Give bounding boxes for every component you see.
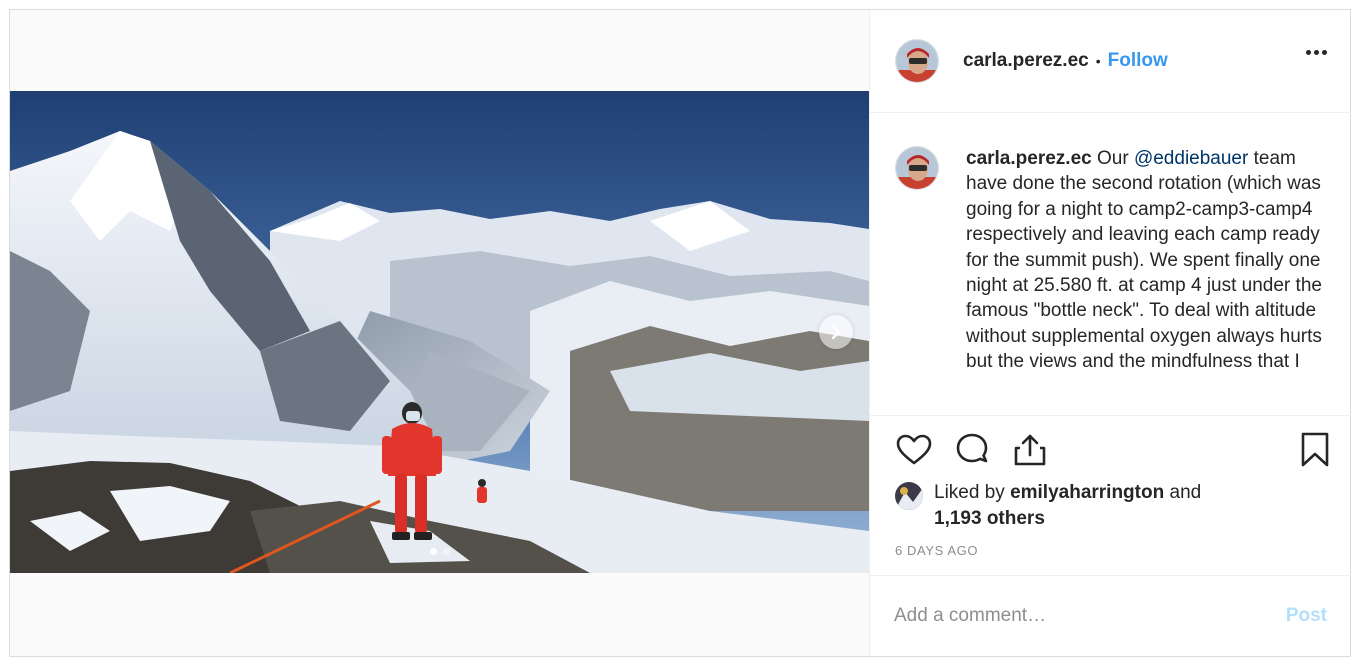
- comment-icon: [956, 433, 988, 463]
- post-header: carla.perez.ec • Follow: [870, 10, 1351, 113]
- header-separator: •: [1095, 53, 1101, 69]
- post-photo[interactable]: [10, 91, 869, 573]
- like-button[interactable]: [894, 430, 934, 470]
- carousel-next-button[interactable]: [819, 315, 853, 349]
- caption-mention-link[interactable]: @eddiebauer: [1134, 148, 1248, 169]
- likes-summary: Liked by emilyaharrington and 1,193 othe…: [895, 480, 1201, 532]
- caption-author-avatar[interactable]: [895, 146, 939, 190]
- carousel-indicator: [10, 548, 869, 555]
- caption-comment: carla.perez.ec Our @eddiebauer team have…: [895, 146, 1334, 375]
- more-horizontal-icon: [1306, 50, 1311, 55]
- post-comment-button[interactable]: Post: [1286, 605, 1327, 627]
- post-timestamp[interactable]: 6 DAYS AGO: [895, 543, 978, 558]
- avatar-image: [895, 482, 923, 510]
- caption-username[interactable]: carla.perez.ec: [966, 148, 1092, 169]
- post-sidebar: carla.perez.ec • Follow carla.perez.ec O…: [869, 10, 1351, 656]
- author-username[interactable]: carla.perez.ec: [963, 50, 1089, 72]
- comment-form: Post: [870, 575, 1351, 656]
- caption-text: carla.perez.ec Our @eddiebauer team have…: [966, 146, 1334, 375]
- likes-text: Liked by emilyaharrington and 1,193 othe…: [934, 480, 1201, 532]
- liker-username[interactable]: emilyaharrington: [1010, 482, 1164, 503]
- chevron-right-icon: [831, 325, 841, 339]
- mountain-photo: [10, 91, 869, 573]
- comment-button[interactable]: [952, 430, 992, 470]
- caption-intro: Our: [1096, 148, 1129, 169]
- comment-input[interactable]: [894, 605, 1286, 627]
- more-options-button[interactable]: [1306, 50, 1327, 55]
- likes-count-link[interactable]: 1,193 others: [934, 508, 1045, 529]
- likes-conjunction: and: [1169, 482, 1202, 503]
- avatar-image: [896, 40, 938, 82]
- share-button[interactable]: [1010, 430, 1050, 470]
- caption-area[interactable]: carla.perez.ec Our @eddiebauer team have…: [870, 114, 1351, 416]
- caption-body: team have done the second rotation (whic…: [966, 148, 1322, 373]
- liker-avatar[interactable]: [895, 482, 923, 510]
- avatar-image: [896, 147, 938, 189]
- bookmark-icon: [1301, 432, 1329, 467]
- heart-icon: [896, 434, 932, 465]
- follow-button[interactable]: Follow: [1108, 50, 1168, 72]
- share-icon: [1014, 434, 1046, 466]
- likes-prefix: Liked by: [934, 482, 1005, 503]
- carousel-dot: [442, 548, 450, 555]
- carousel-dot-active: [429, 548, 437, 555]
- post-dialog: carla.perez.ec • Follow carla.perez.ec O…: [9, 9, 1351, 657]
- author-avatar[interactable]: [895, 39, 939, 83]
- post-media: [10, 10, 869, 656]
- action-bar: [870, 430, 1351, 478]
- save-button[interactable]: [1295, 430, 1335, 470]
